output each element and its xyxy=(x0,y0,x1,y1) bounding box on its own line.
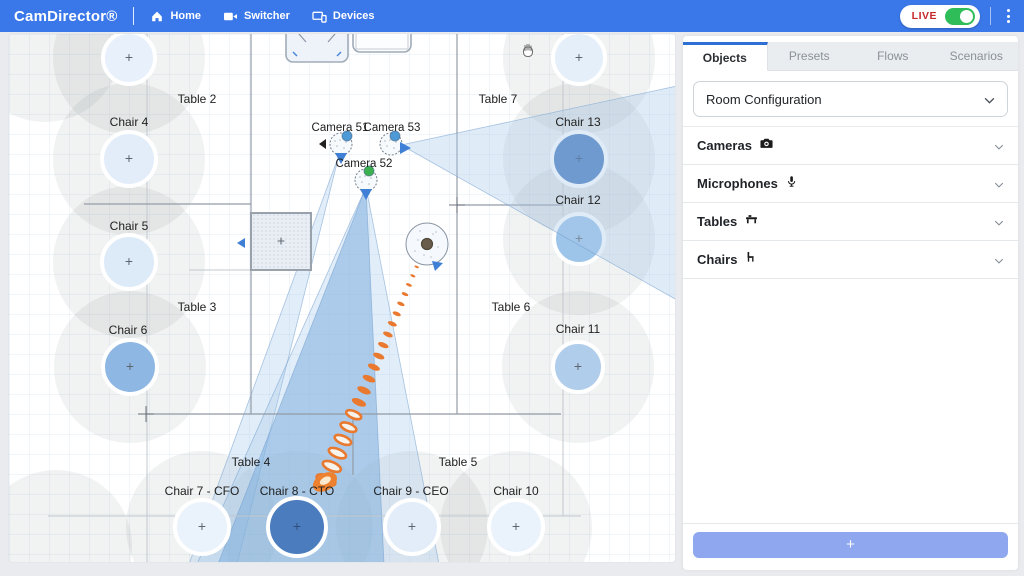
sidebar: Objects Presets Flows Scenarios Room Con… xyxy=(683,36,1018,570)
table-label: Table 7 xyxy=(479,92,518,106)
home-icon xyxy=(150,9,164,23)
top-bar: CamDirector® Home Switcher Devices LIVE xyxy=(0,0,1024,32)
chevron-down-icon xyxy=(994,213,1004,231)
audio-direction-trail xyxy=(401,291,409,297)
devices-icon xyxy=(312,10,327,23)
chair-plus: + xyxy=(293,518,301,534)
chair-label: Chair 11 xyxy=(556,322,601,336)
nav-item-home[interactable]: Home xyxy=(150,9,201,23)
chair-label: Chair 13 xyxy=(555,115,601,129)
live-switch[interactable] xyxy=(945,8,975,25)
chair-plus: + xyxy=(408,518,416,534)
selection-arrow-icon xyxy=(237,238,245,248)
chair-label: Chair 12 xyxy=(555,193,601,207)
section-label: Cameras xyxy=(697,138,752,153)
table-icon xyxy=(744,212,759,231)
table-label: Table 4 xyxy=(232,455,271,469)
room-canvas[interactable]: +++++++++++++Table 2Table 3Table 4Table … xyxy=(8,33,676,563)
mic-direction-arrow-icon xyxy=(432,261,443,271)
live-label: LIVE xyxy=(912,10,937,22)
whiteboard-object[interactable] xyxy=(353,34,411,52)
chair-plus: + xyxy=(575,49,583,65)
audio-direction-trail xyxy=(406,282,413,287)
chair-label: Chair 5 xyxy=(110,219,149,233)
chair-label: Chair 6 xyxy=(109,323,148,337)
microphone-center-dot xyxy=(422,239,433,250)
chair-plus: + xyxy=(198,518,206,534)
chevron-down-icon xyxy=(994,137,1004,155)
object-sections: Cameras Microphones Tables Chairs xyxy=(683,126,1018,279)
nav-label: Home xyxy=(170,10,201,22)
table-label: Table 5 xyxy=(439,455,478,469)
room-configuration-select[interactable]: Room Configuration xyxy=(693,81,1008,117)
table-label: Table 6 xyxy=(492,300,531,314)
table-label: Table 2 xyxy=(178,92,217,106)
live-toggle[interactable]: LIVE xyxy=(900,5,980,28)
room-plan: +++++++++++++Table 2Table 3Table 4Table … xyxy=(9,34,676,563)
camera-object[interactable] xyxy=(355,166,377,200)
chevron-down-icon xyxy=(994,251,1004,269)
tab-scenarios[interactable]: Scenarios xyxy=(935,42,1019,71)
tab-presets[interactable]: Presets xyxy=(768,42,852,71)
camera-object[interactable] xyxy=(380,131,411,155)
audio-direction-trail xyxy=(392,310,402,317)
divider xyxy=(990,7,991,25)
nav-item-switcher[interactable]: Switcher xyxy=(223,10,290,23)
tab-objects[interactable]: Objects xyxy=(683,42,768,71)
chair-label: Chair 4 xyxy=(110,115,149,129)
chair-label: Chair 10 xyxy=(493,484,539,498)
section-label: Tables xyxy=(697,214,737,229)
audio-direction-trail xyxy=(410,274,416,278)
chevron-down-icon xyxy=(984,92,995,107)
chair-plus: + xyxy=(125,253,133,269)
add-object-button[interactable]: + xyxy=(693,532,1008,558)
chair-label: Chair 7 - CFO xyxy=(165,484,240,498)
wall-screen-object[interactable] xyxy=(286,34,348,62)
microphone-icon xyxy=(785,174,798,194)
switcher-icon xyxy=(223,10,238,23)
brand-logo: CamDirector® xyxy=(14,8,117,25)
camera-icon xyxy=(759,136,774,155)
sidebar-footer: + xyxy=(683,523,1018,564)
audio-direction-trail xyxy=(414,265,419,269)
nav-label: Switcher xyxy=(244,10,290,22)
nav-item-devices[interactable]: Devices xyxy=(312,10,375,23)
section-label: Chairs xyxy=(697,252,737,267)
section-microphones[interactable]: Microphones xyxy=(683,165,1018,203)
camera-label: Camera 52 xyxy=(336,158,393,170)
section-cameras[interactable]: Cameras xyxy=(683,127,1018,165)
table-plus: + xyxy=(277,233,285,249)
divider xyxy=(133,7,134,25)
chair-plus: + xyxy=(126,358,134,374)
toggle-knob xyxy=(960,10,973,23)
chevron-down-icon xyxy=(994,175,1004,193)
kebab-menu-icon[interactable] xyxy=(1001,5,1016,27)
main-nav: Home Switcher Devices xyxy=(150,9,374,23)
table-label: Table 3 xyxy=(178,300,217,314)
chair-plus: + xyxy=(125,150,133,166)
tab-flows[interactable]: Flows xyxy=(851,42,935,71)
section-tables[interactable]: Tables xyxy=(683,203,1018,241)
chair-plus: + xyxy=(125,49,133,65)
section-label: Microphones xyxy=(697,176,778,191)
chair-icon xyxy=(744,250,757,269)
camera-label: Camera 53 xyxy=(364,122,421,134)
sidebar-tabs: Objects Presets Flows Scenarios xyxy=(683,42,1018,71)
camera-pan-arrow-icon xyxy=(319,139,326,149)
chair-label: Chair 9 - CEO xyxy=(373,484,448,498)
chair-plus: + xyxy=(512,518,520,534)
room-select-value: Room Configuration xyxy=(706,92,822,107)
camera-label: Camera 51 xyxy=(312,122,369,134)
chair-label: Chair 8 - CTO xyxy=(260,484,334,498)
chair-plus: + xyxy=(574,358,582,374)
nav-label: Devices xyxy=(333,10,375,22)
audio-direction-trail xyxy=(397,301,406,307)
section-chairs[interactable]: Chairs xyxy=(683,241,1018,279)
